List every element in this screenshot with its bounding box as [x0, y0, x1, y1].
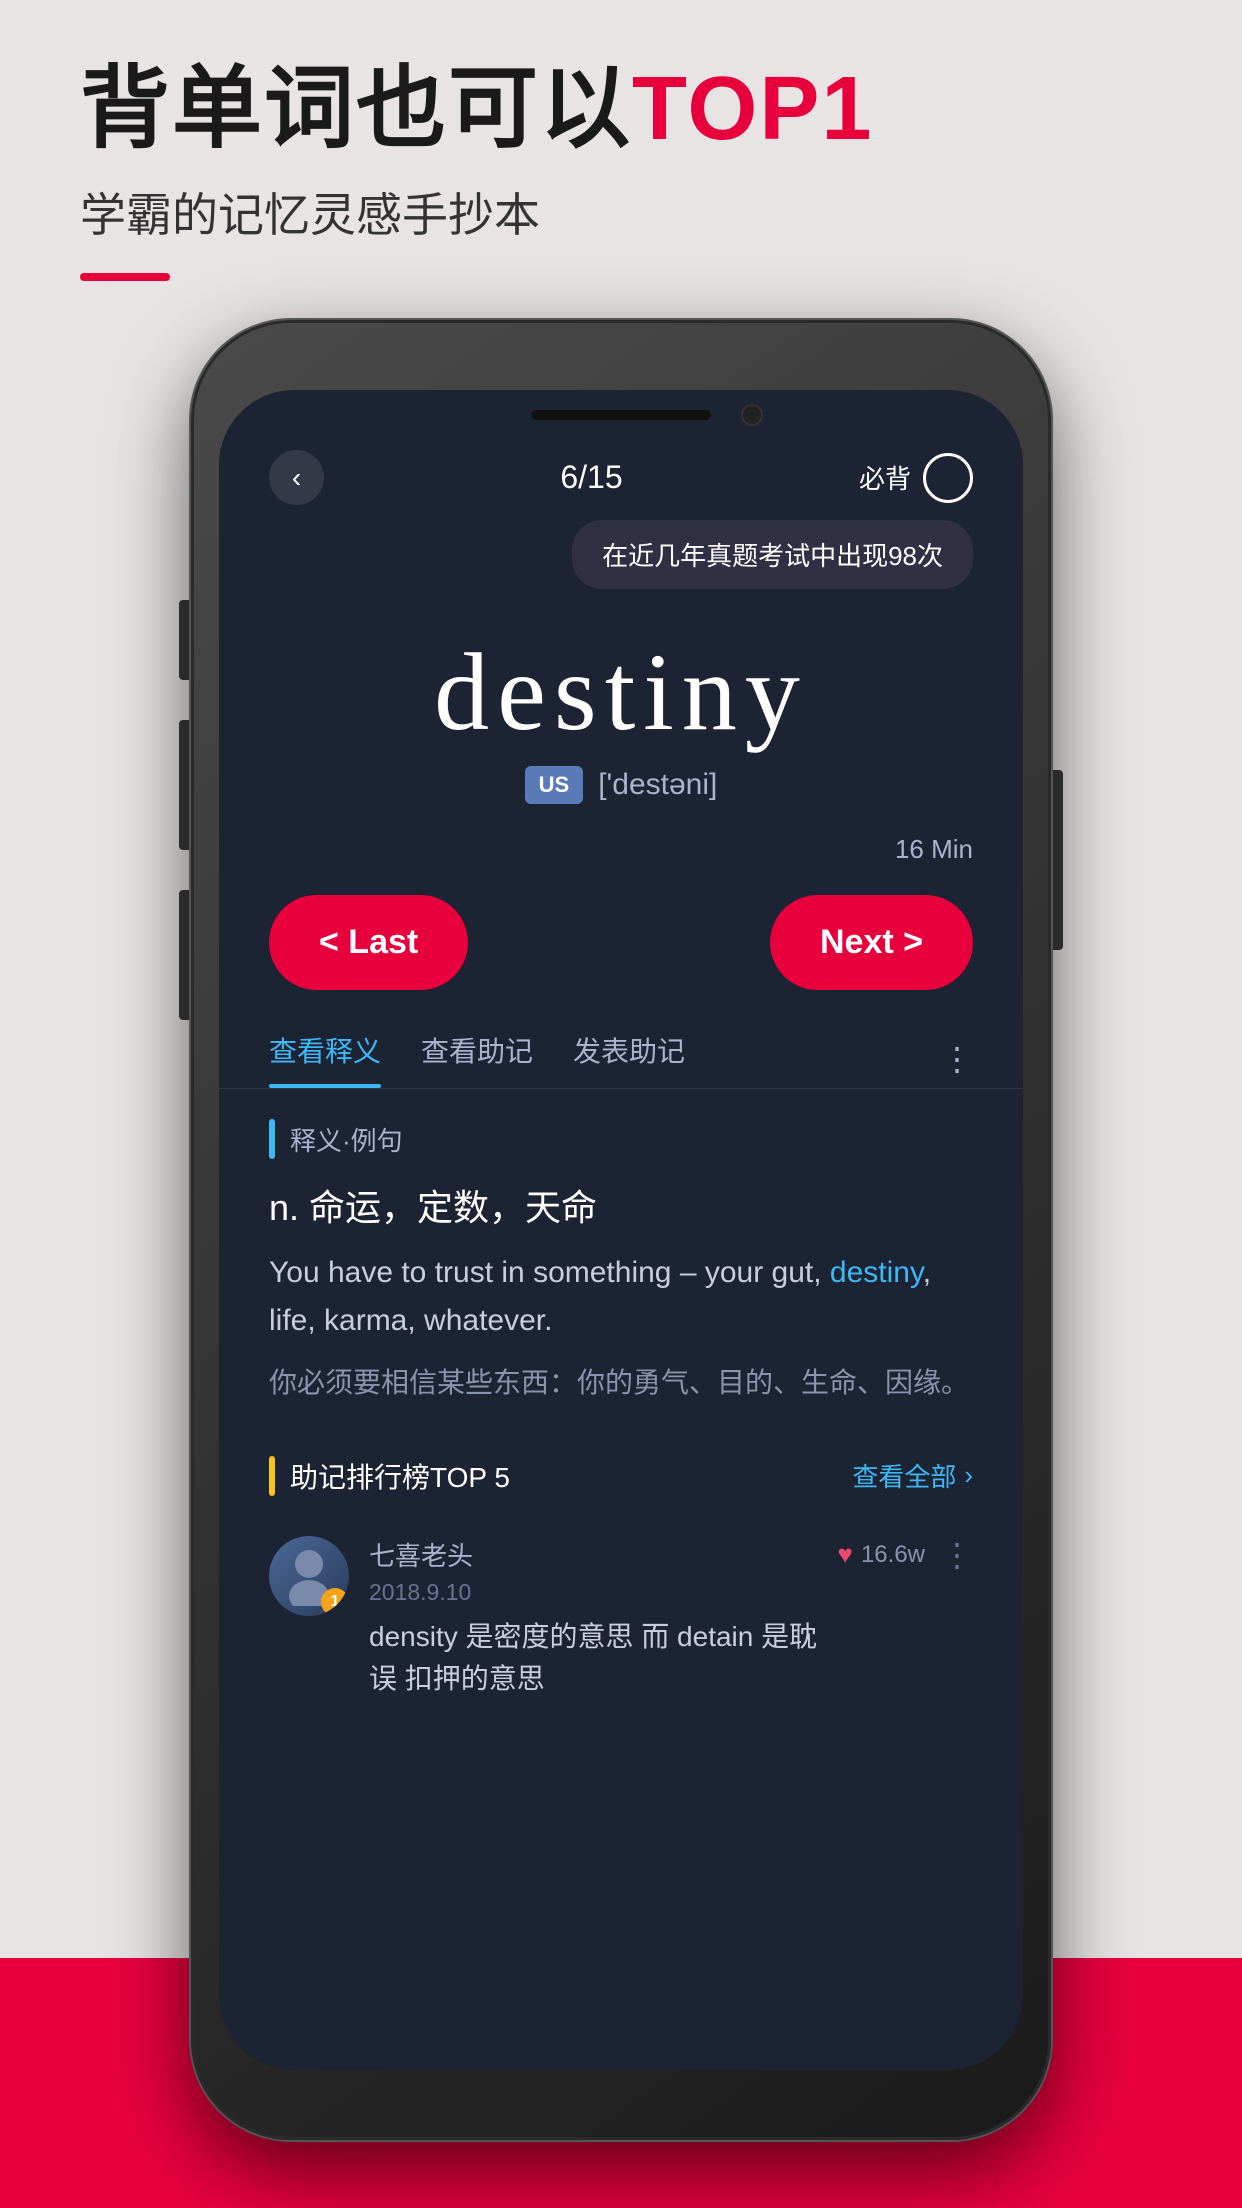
- tab-bar: 查看释义 查看助记 发表助记 ⋮: [219, 1010, 1023, 1089]
- word-text: destiny: [259, 629, 983, 756]
- navigation-buttons: < Last Next >: [219, 875, 1023, 1010]
- bookmark-area[interactable]: 必背: [859, 453, 973, 503]
- memory-username: 七喜老头: [369, 1536, 818, 1573]
- tab-definition-label: 查看释义: [269, 1036, 381, 1067]
- example-en-before: You have to trust in something – your gu…: [269, 1256, 830, 1289]
- phone-screen: ‹ 6/15 必背 在近几年真题考试中出现98次 destiny US ['de…: [219, 390, 1023, 2070]
- memory-section: 助记排行榜TOP 5 查看全部 ›: [219, 1456, 1023, 1720]
- frequency-tooltip: 在近几年真题考试中出现98次: [572, 520, 973, 589]
- phone-device: ‹ 6/15 必背 在近几年真题考试中出现98次 destiny US ['de…: [191, 320, 1051, 2140]
- phone-mute-button: [179, 600, 191, 680]
- like-count: 16.6w: [861, 1541, 925, 1569]
- heart-icon: ♥: [838, 1539, 853, 1570]
- memory-title-bar: [269, 1456, 275, 1496]
- tab-more-icon[interactable]: ⋮: [941, 1040, 973, 1078]
- avatar-rank-badge: 1: [321, 1588, 349, 1616]
- screen-content: ‹ 6/15 必背 在近几年真题考试中出现98次 destiny US ['de…: [219, 440, 1023, 2070]
- header-title: 背单词也可以TOP1: [80, 60, 1162, 159]
- card-more-button[interactable]: ⋮: [941, 1536, 973, 1574]
- tab-mnemonic-view-label: 查看助记: [421, 1036, 533, 1067]
- tab-definition[interactable]: 查看释义: [269, 1030, 381, 1088]
- word-area: destiny US ['destəni]: [219, 589, 1023, 824]
- view-all-label: 查看全部: [852, 1457, 956, 1494]
- header-underline: [80, 273, 170, 281]
- chevron-right-icon: ›: [964, 1460, 973, 1491]
- header-title-highlight: TOP1: [632, 59, 873, 159]
- example-word-highlight: destiny: [830, 1256, 923, 1289]
- phonetic-text: ['destəni]: [598, 768, 717, 802]
- tab-mnemonic-post[interactable]: 发表助记: [573, 1030, 685, 1088]
- memory-avatar: 1: [269, 1536, 349, 1616]
- phone-power-button: [1051, 770, 1063, 950]
- memory-header: 助记排行榜TOP 5 查看全部 ›: [269, 1456, 973, 1496]
- memory-date: 2018.9.10: [369, 1579, 818, 1606]
- definition-area: 释义·例句 n. 命运，定数，天命 You have to trust in s…: [219, 1089, 1023, 1436]
- back-button[interactable]: ‹: [269, 450, 324, 505]
- next-button[interactable]: Next >: [770, 895, 973, 990]
- tab-mnemonic-view[interactable]: 查看助记: [421, 1030, 533, 1088]
- phone-volume-down-button: [179, 890, 191, 1020]
- phonetic-badge: US: [525, 766, 584, 804]
- back-icon: ‹: [292, 462, 301, 494]
- memory-section-title: 助记排行榜TOP 5: [290, 1456, 510, 1496]
- memory-actions: ♥ 16.6w ⋮: [838, 1536, 973, 1574]
- memory-content: density 是密度的意思 而 detain 是耽误 扣押的意思: [369, 1616, 818, 1700]
- time-label: 16 Min: [219, 834, 1023, 865]
- bookmark-circle: [923, 453, 973, 503]
- definition-example-zh: 你必须要相信某些东西：你的勇气、目的、生命、因缘。: [269, 1361, 973, 1406]
- last-button[interactable]: < Last: [269, 895, 468, 990]
- view-all-button[interactable]: 查看全部 ›: [852, 1457, 973, 1494]
- phone-speaker: [531, 410, 711, 420]
- like-button[interactable]: ♥ 16.6w: [838, 1539, 925, 1570]
- header-title-part1: 背单词也可以: [80, 59, 632, 159]
- definition-label-bar: [269, 1119, 275, 1159]
- header-area: 背单词也可以TOP1 学霸的记忆灵感手抄本: [80, 60, 1162, 281]
- memory-card: 1 七喜老头 2018.9.10 density 是密度的意思 而 detain…: [269, 1516, 973, 1720]
- tab-mnemonic-post-label: 发表助记: [573, 1036, 685, 1067]
- nav-bar: ‹ 6/15 必背: [219, 440, 1023, 515]
- definition-label-text: 释义·例句: [290, 1121, 403, 1158]
- definition-pos: n. 命运，定数，天命: [269, 1179, 973, 1231]
- phone-shell: ‹ 6/15 必背 在近几年真题考试中出现98次 destiny US ['de…: [191, 320, 1051, 2140]
- word-counter: 6/15: [560, 459, 622, 496]
- bookmark-label: 必背: [859, 459, 911, 496]
- header-subtitle: 学霸的记忆灵感手抄本: [80, 179, 1162, 245]
- definition-section-label: 释义·例句: [269, 1119, 973, 1159]
- memory-title-group: 助记排行榜TOP 5: [269, 1456, 510, 1496]
- memory-card-info: 七喜老头 2018.9.10 density 是密度的意思 而 detain 是…: [369, 1536, 818, 1700]
- word-phonetic-area: US ['destəni]: [259, 766, 983, 804]
- phone-volume-up-button: [179, 720, 191, 850]
- definition-example-en: You have to trust in something – your gu…: [269, 1249, 973, 1345]
- phone-camera: [741, 404, 763, 426]
